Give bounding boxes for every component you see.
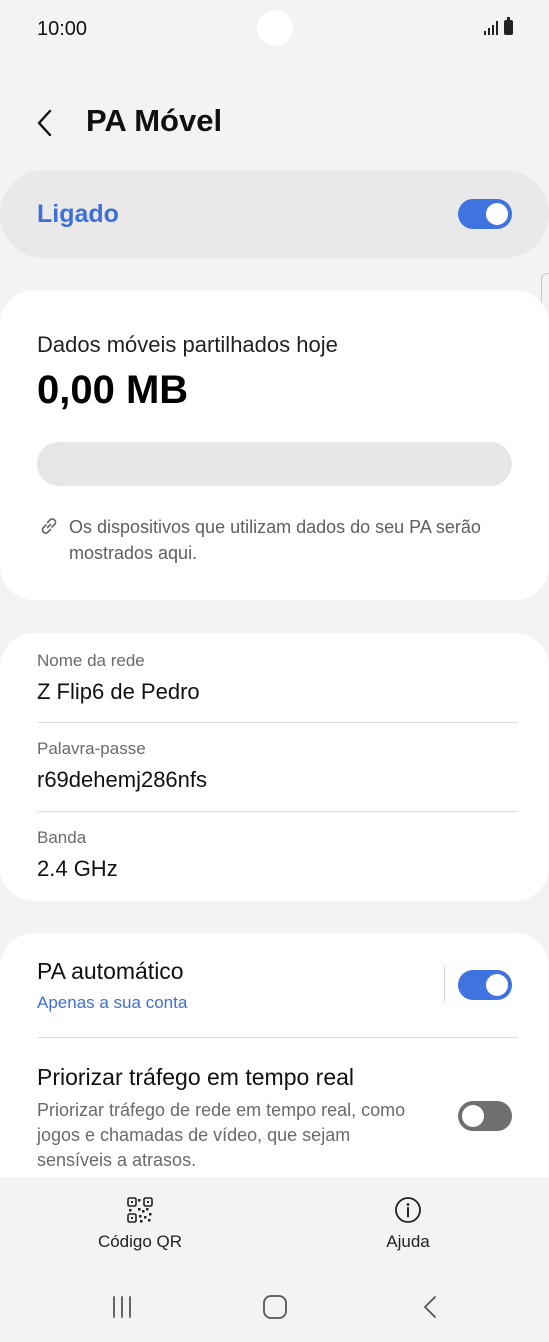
vertical-separator	[444, 966, 445, 1002]
data-usage-card: Dados móveis partilhados hoje 0,00 MB Os…	[0, 290, 549, 600]
auto-hotspot-subtitle[interactable]: Apenas a sua conta	[37, 993, 187, 1013]
divider	[37, 811, 518, 812]
qr-code-icon	[127, 1197, 153, 1223]
screen: 10:00 PA Móvel Ligado Dados móveis parti…	[0, 0, 549, 1342]
nav-back-icon	[424, 1296, 436, 1318]
status-icons	[484, 17, 513, 35]
header: PA Móvel	[0, 95, 549, 151]
auto-hotspot-title[interactable]: PA automático	[37, 958, 184, 985]
band-value: 2.4 GHz	[37, 856, 118, 881]
home-icon	[263, 1295, 287, 1319]
page-title: PA Móvel	[86, 103, 223, 138]
band-row[interactable]: Banda 2.4 GHz	[37, 828, 517, 882]
recents-icon	[113, 1296, 131, 1318]
qr-code-label: Código QR	[97, 1232, 183, 1251]
help-button[interactable]: Ajuda	[328, 1195, 488, 1252]
toggle-knob	[462, 1105, 484, 1127]
password-value: r69dehemj286nfs	[37, 767, 208, 792]
recents-button[interactable]	[102, 1287, 142, 1327]
status-bar: 10:00	[0, 0, 549, 60]
usage-value: 0,00 MB	[37, 368, 189, 412]
priority-traffic-description: Priorizar tráfego de rede em tempo real,…	[37, 1100, 406, 1170]
back-icon	[37, 109, 52, 137]
help-label: Ajuda	[386, 1232, 430, 1251]
usage-label: Dados móveis partilhados hoje	[37, 332, 338, 357]
info-icon	[395, 1197, 421, 1223]
network-name-label: Nome da rede	[37, 651, 145, 670]
signal-icon	[484, 21, 498, 35]
master-switch-bar[interactable]: Ligado	[0, 170, 549, 258]
password-row[interactable]: Palavra-passe r69dehemj286nfs	[37, 739, 517, 793]
master-toggle[interactable]	[458, 199, 512, 229]
toggle-knob	[486, 203, 508, 225]
battery-icon	[504, 17, 513, 35]
bottom-action-bar: Código QR Ajuda	[0, 1177, 549, 1267]
link-icon	[41, 518, 57, 534]
band-label: Banda	[37, 828, 87, 847]
options-card: PA automático Apenas a sua conta Prioriz…	[0, 933, 549, 1213]
qr-code-button[interactable]: Código QR	[60, 1195, 220, 1252]
camera-cutout	[257, 10, 293, 46]
network-name-value: Z Flip6 de Pedro	[37, 679, 200, 704]
divider	[37, 1037, 518, 1038]
back-button[interactable]	[30, 103, 66, 143]
status-clock: 10:00	[37, 18, 88, 40]
divider	[37, 722, 518, 723]
password-label: Palavra-passe	[37, 739, 146, 758]
auto-hotspot-toggle[interactable]	[458, 970, 512, 1000]
master-switch-label: Ligado	[37, 200, 119, 228]
home-button[interactable]	[255, 1287, 295, 1327]
toggle-knob	[486, 974, 508, 996]
priority-traffic-toggle[interactable]	[458, 1101, 512, 1131]
priority-traffic-title[interactable]: Priorizar tráfego em tempo real	[37, 1064, 354, 1091]
network-name-row[interactable]: Nome da rede Z Flip6 de Pedro	[37, 651, 517, 705]
system-nav-bar	[0, 1275, 549, 1342]
usage-progress-bar	[37, 442, 512, 486]
usage-note: Os dispositivos que utilizam dados do se…	[69, 517, 481, 563]
nav-back-button[interactable]	[411, 1287, 451, 1327]
network-details-card: Nome da rede Z Flip6 de Pedro Palavra-pa…	[0, 633, 549, 901]
